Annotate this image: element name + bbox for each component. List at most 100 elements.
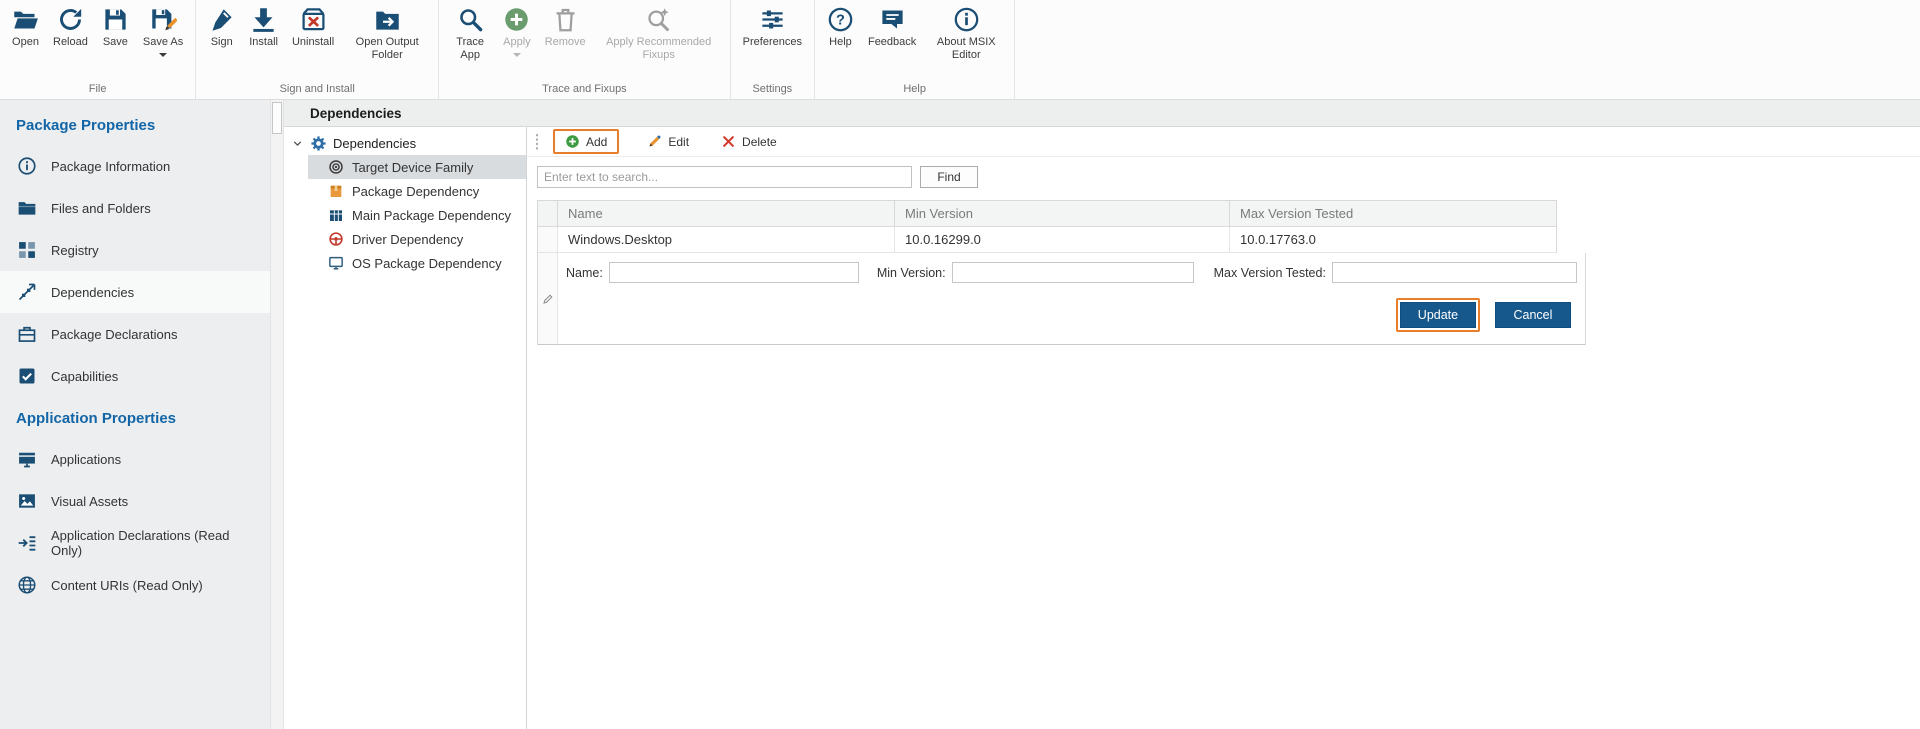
reload-button[interactable]: Reload (47, 3, 94, 52)
about-msix-editor-button[interactable]: About MSIX Editor (924, 3, 1008, 65)
section-title-application-properties: Application Properties (0, 397, 270, 438)
content-body: Dependencies Target Device Family Packag… (284, 127, 1920, 729)
tree-item-main-package-dependency[interactable]: Main Package Dependency (308, 203, 526, 227)
save-button-label: Save (103, 36, 128, 49)
apply-button[interactable]: Apply (497, 3, 537, 60)
search-row: Find (527, 157, 1920, 200)
row-edit-pencil-icon (542, 293, 554, 305)
add-annotation-box: Add (553, 129, 619, 154)
edit-pencil-icon (647, 134, 662, 149)
sidebar-item-content-uris[interactable]: Content URIs (Read Only) (0, 564, 270, 606)
driver-icon (328, 231, 344, 247)
apply-button-label: Apply (503, 36, 531, 49)
save-as-icon (150, 6, 177, 33)
sidebar-item-capabilities[interactable]: Capabilities (0, 355, 270, 397)
sidebar-item-package-declarations[interactable]: Package Declarations (0, 313, 270, 355)
sidebar-item-dependencies[interactable]: Dependencies (0, 271, 270, 313)
apply-recommended-fixups-button-label: Apply Recommended Fixups (600, 36, 718, 62)
feedback-icon (879, 6, 906, 33)
help-icon: ? (827, 6, 854, 33)
about-info-icon (953, 6, 980, 33)
package-icon (328, 183, 344, 199)
tree-item-package-dependency[interactable]: Package Dependency (308, 179, 526, 203)
ribbon-group-label-settings: Settings (737, 78, 808, 99)
remove-trash-icon (552, 6, 579, 33)
save-as-button[interactable]: Save As (137, 3, 189, 60)
sign-icon (208, 6, 235, 33)
sidebar-item-registry[interactable]: Registry (0, 229, 270, 271)
gear-icon (310, 135, 327, 152)
ribbon-group-label-file: File (6, 78, 189, 99)
sidebar-item-visual-assets[interactable]: Visual Assets (0, 480, 270, 522)
uninstall-button[interactable]: Uninstall (286, 3, 340, 52)
dependencies-tree: Dependencies Target Device Family Packag… (284, 127, 527, 729)
save-button[interactable]: Save (96, 3, 135, 52)
about-msix-editor-button-label: About MSIX Editor (930, 36, 1002, 62)
reload-button-label: Reload (53, 36, 88, 49)
open-button-label: Open (12, 36, 39, 49)
find-button[interactable]: Find (920, 166, 978, 188)
sidebar-item-label: Files and Folders (51, 201, 151, 216)
ribbon-group-help-buttons: ? Help Feedback About MSIX Editor (821, 3, 1008, 78)
name-input[interactable] (609, 262, 859, 283)
open-output-folder-button[interactable]: Open Output Folder (342, 3, 432, 65)
column-header-min-version[interactable]: Min Version (895, 200, 1230, 227)
tree-item-driver-dependency[interactable]: Driver Dependency (308, 227, 526, 251)
grid-toolbar: Add Edit Delete (527, 127, 1920, 157)
apply-recommended-fixups-button[interactable]: Apply Recommended Fixups (594, 3, 724, 65)
sidebar-item-label: Dependencies (51, 285, 134, 300)
editor-form: Name: Min Version: Max Version Tested: (566, 262, 1577, 283)
update-button[interactable]: Update (1400, 302, 1476, 328)
tree-expander-icon[interactable] (291, 137, 304, 150)
section-title-package-properties: Package Properties (0, 104, 270, 145)
ribbon-group-label-help: Help (821, 78, 1008, 99)
sidebar-scrollbar[interactable] (270, 100, 284, 729)
sidebar-item-label: Applications (51, 452, 121, 467)
tree-root-label: Dependencies (333, 136, 416, 151)
sidebar-item-application-declarations[interactable]: Application Declarations (Read Only) (0, 522, 270, 564)
delete-button-label: Delete (742, 135, 777, 149)
min-version-input[interactable] (952, 262, 1194, 283)
open-button[interactable]: Open (6, 3, 45, 52)
max-version-tested-input[interactable] (1332, 262, 1577, 283)
help-button[interactable]: ? Help (821, 3, 860, 52)
sidebar-item-files-and-folders[interactable]: Files and Folders (0, 187, 270, 229)
cancel-button[interactable]: Cancel (1495, 302, 1571, 328)
ribbon: Open Reload Save Save As File (0, 0, 1920, 100)
feedback-button[interactable]: Feedback (862, 3, 922, 52)
tree-root-dependencies[interactable]: Dependencies (284, 131, 526, 155)
cell-min-version: 10.0.16299.0 (895, 227, 1230, 253)
toolbar-grip-handle[interactable] (535, 133, 539, 150)
feedback-button-label: Feedback (868, 36, 916, 49)
sidebar-item-label: Package Information (51, 159, 170, 174)
reload-icon (57, 6, 84, 33)
remove-button-label: Remove (545, 36, 586, 49)
msix-editor-window: Open Reload Save Save As File (0, 0, 1920, 729)
apply-dropdown-chevron-icon (513, 53, 521, 57)
trace-app-button[interactable]: Trace App (445, 3, 495, 65)
table-row-windows-desktop[interactable]: Windows.Desktop 10.0.16299.0 10.0.17763.… (538, 227, 1556, 253)
tree-item-label: Target Device Family (352, 160, 473, 175)
remove-button[interactable]: Remove (539, 3, 592, 52)
app-declarations-icon (17, 533, 37, 553)
column-header-max-version-tested[interactable]: Max Version Tested (1230, 200, 1557, 227)
svg-text:?: ? (836, 13, 845, 29)
sidebar-item-applications[interactable]: Applications (0, 438, 270, 480)
column-header-name[interactable]: Name (558, 200, 895, 227)
edit-button[interactable]: Edit (643, 132, 693, 151)
sidebar-item-package-information[interactable]: Package Information (0, 145, 270, 187)
ribbon-group-label-sign-and-install: Sign and Install (202, 78, 432, 99)
tree-item-target-device-family[interactable]: Target Device Family (308, 155, 526, 179)
install-button[interactable]: Install (243, 3, 284, 52)
editor-buttons: Update Cancel (566, 298, 1577, 332)
scrollbar-thumb[interactable] (272, 102, 282, 134)
add-button[interactable]: Add (561, 132, 611, 151)
search-input[interactable] (537, 166, 912, 188)
uninstall-icon (300, 6, 327, 33)
sign-button[interactable]: Sign (202, 3, 241, 52)
preferences-button[interactable]: Preferences (737, 3, 808, 52)
install-icon (250, 6, 277, 33)
delete-button[interactable]: Delete (717, 132, 781, 151)
open-output-folder-button-label: Open Output Folder (348, 36, 426, 62)
tree-item-os-package-dependency[interactable]: OS Package Dependency (308, 251, 526, 275)
